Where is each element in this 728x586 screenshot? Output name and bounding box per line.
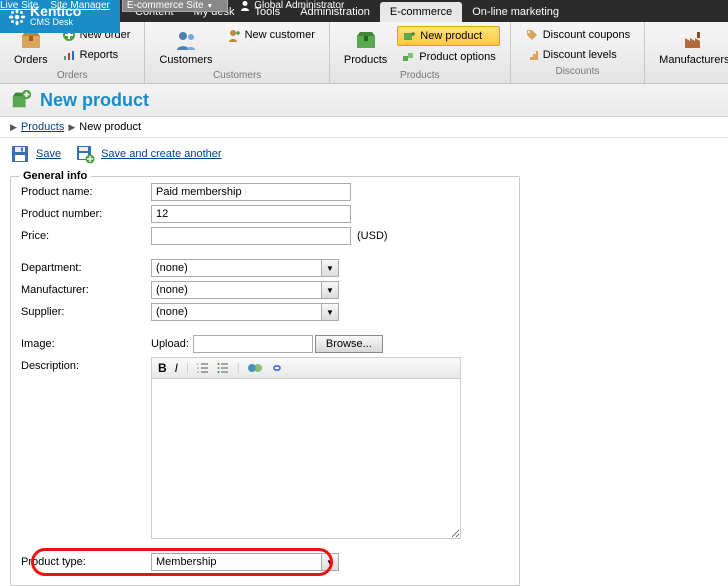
- manufacturer-select[interactable]: [151, 281, 321, 299]
- reports-button[interactable]: Reports: [58, 46, 135, 64]
- box-icon: [354, 28, 378, 52]
- ul-button[interactable]: [217, 362, 229, 374]
- label-department: Department:: [21, 262, 151, 274]
- label-product-type: Product type:: [21, 556, 151, 568]
- site-manager-link[interactable]: Site Manager: [50, 0, 109, 11]
- label-price: Price:: [21, 230, 151, 242]
- chevron-down-icon: ▼: [206, 3, 213, 10]
- svg-text:3: 3: [197, 370, 199, 374]
- price-input[interactable]: [151, 227, 351, 245]
- label-description: Description:: [21, 360, 151, 372]
- tag-icon: [525, 28, 539, 42]
- discount-levels-button[interactable]: Discount levels: [521, 46, 634, 64]
- site-selector[interactable]: E-commerce Site ▼: [122, 0, 228, 12]
- page-title: New product: [40, 90, 149, 111]
- chart-icon: [62, 48, 76, 62]
- product-number-input[interactable]: [151, 205, 351, 223]
- user-display[interactable]: Global Administrator: [240, 0, 344, 11]
- breadcrumb-current: New product: [79, 121, 141, 133]
- product-options-button[interactable]: Product options: [397, 48, 499, 66]
- fieldset-legend: General info: [19, 170, 91, 182]
- label-image: Image:: [21, 338, 151, 350]
- customers-button[interactable]: Customers: [155, 26, 216, 68]
- product-type-dropdown-button[interactable]: ▼: [321, 553, 339, 571]
- department-select[interactable]: [151, 259, 321, 277]
- label-product-name: Product name:: [21, 186, 151, 198]
- discount-coupons-button[interactable]: Discount coupons: [521, 26, 634, 44]
- currency-label: (USD): [357, 230, 388, 242]
- label-manufacturer: Manufacturer:: [21, 284, 151, 296]
- bold-button[interactable]: B: [158, 361, 167, 375]
- box-plus-icon: [402, 29, 416, 43]
- upload-label: Upload:: [151, 338, 189, 350]
- label-supplier: Supplier:: [21, 306, 151, 318]
- breadcrumb-products[interactable]: Products: [21, 121, 64, 133]
- person-plus-icon: [227, 28, 241, 42]
- save-create-button[interactable]: Save and create another: [75, 144, 221, 164]
- product-type-select[interactable]: [151, 553, 321, 571]
- italic-button[interactable]: I: [175, 361, 178, 375]
- boxes-icon: [401, 50, 415, 64]
- supplier-select[interactable]: [151, 303, 321, 321]
- new-product-button[interactable]: New product: [397, 26, 499, 46]
- manufacturers-button[interactable]: Manufacturers: [655, 26, 728, 68]
- product-name-input[interactable]: [151, 183, 351, 201]
- box-plus-icon: [10, 89, 32, 111]
- upload-path: [193, 335, 313, 353]
- user-icon: [240, 0, 250, 11]
- user-name: Global Administrator: [254, 0, 344, 11]
- link-button[interactable]: [270, 362, 284, 374]
- products-button[interactable]: Products: [340, 26, 391, 68]
- floppy-plus-icon: [75, 144, 95, 164]
- editor-toolbar: B I | 123 |: [151, 357, 461, 379]
- new-customer-button[interactable]: New customer: [223, 26, 319, 44]
- live-site-link[interactable]: Live Site: [0, 0, 38, 11]
- manufacturer-dropdown-button[interactable]: ▼: [321, 281, 339, 299]
- description-editor[interactable]: [151, 379, 461, 539]
- browse-button[interactable]: Browse...: [315, 335, 383, 353]
- breadcrumb: ▶ Products ▶ New product: [0, 117, 728, 138]
- save-button[interactable]: Save: [10, 144, 61, 164]
- label-product-number: Product number:: [21, 208, 151, 220]
- supplier-dropdown-button[interactable]: ▼: [321, 303, 339, 321]
- ol-button[interactable]: 123: [197, 362, 209, 374]
- people-icon: [174, 28, 198, 52]
- stairs-icon: [525, 48, 539, 62]
- floppy-icon: [10, 144, 30, 164]
- factory-icon: [682, 28, 706, 52]
- media-button[interactable]: [248, 362, 262, 374]
- department-dropdown-button[interactable]: ▼: [321, 259, 339, 277]
